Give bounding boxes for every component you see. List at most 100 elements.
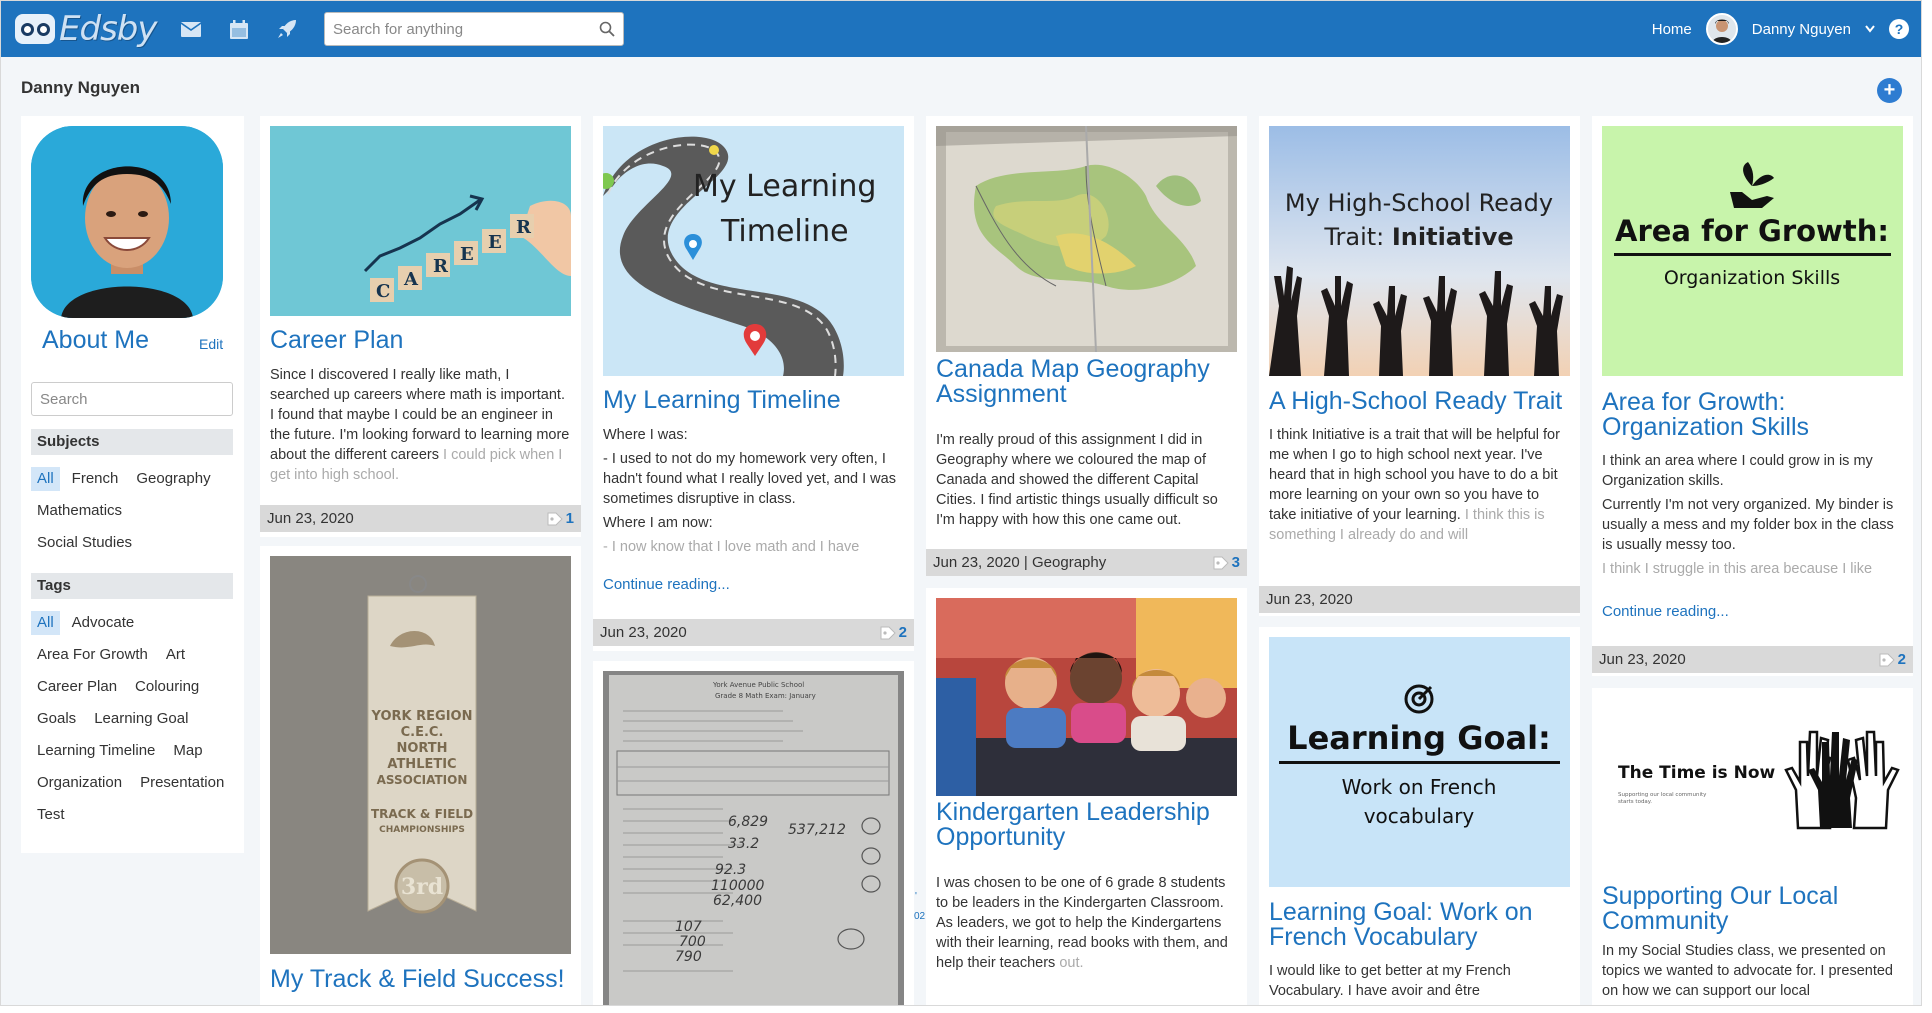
- post-paragraph: Where I was:: [603, 427, 688, 443]
- tag-filter-career-plan[interactable]: Career Plan: [31, 675, 123, 699]
- post-footer: Jun 23, 2020 2: [1592, 646, 1913, 673]
- svg-text:Area for Growth:: Area for Growth:: [1615, 214, 1889, 248]
- tag-count[interactable]: 1: [547, 510, 574, 527]
- post-excerpt: I would like to get better at my French …: [1269, 963, 1511, 999]
- subjects-heading: Subjects: [31, 429, 233, 455]
- post-card-track-field[interactable]: YORK REGION C.E.C. NORTH ATHLETIC ASSOCI…: [260, 546, 581, 1005]
- svg-text:Supporting our local community: Supporting our local community: [1618, 792, 1707, 798]
- tag-filter-area-for-growth[interactable]: Area For Growth: [31, 643, 154, 667]
- tag-filter-advocate[interactable]: Advocate: [66, 611, 141, 635]
- post-image: [936, 126, 1237, 352]
- post-date: Jun 23, 2020: [1599, 651, 1686, 668]
- svg-text:ASSOCIATION: ASSOCIATION: [377, 773, 468, 787]
- tag-icon: [1213, 556, 1229, 569]
- post-date: Jun 23, 2020: [267, 510, 354, 527]
- post-title[interactable]: A High-School Ready Trait: [1269, 389, 1569, 414]
- post-title[interactable]: Learning Goal: Work on French Vocabulary: [1269, 900, 1569, 950]
- sidebar-search[interactable]: [31, 382, 239, 416]
- post-title[interactable]: Supporting Our Local Community: [1602, 884, 1902, 934]
- post-title[interactable]: My Track & Field Success!: [270, 967, 570, 992]
- mail-icon[interactable]: [180, 18, 202, 40]
- post-paragraph: Where I am now:: [603, 515, 713, 531]
- tag-icon: [547, 512, 563, 525]
- svg-text:R: R: [516, 217, 532, 238]
- post-card-learning-timeline[interactable]: My Learning Timeline My Learning Timelin…: [593, 116, 914, 651]
- subject-filter-french[interactable]: French: [66, 467, 125, 491]
- post-footer: Jun 23, 2020: [1259, 586, 1580, 613]
- home-link[interactable]: Home: [1652, 21, 1692, 38]
- post-image: YORK REGION C.E.C. NORTH ATHLETIC ASSOCI…: [270, 556, 571, 954]
- post-title[interactable]: Area for Growth: Organization Skills: [1602, 390, 1902, 440]
- tag-filter-organization[interactable]: Organization: [31, 771, 128, 795]
- continue-reading-link[interactable]: Continue reading...: [603, 576, 730, 593]
- tag-filter-learning-timeline[interactable]: Learning Timeline: [31, 739, 161, 763]
- post-image: Area for Growth: Organization Skills: [1602, 126, 1903, 376]
- global-search-input[interactable]: [333, 20, 599, 38]
- post-title[interactable]: Canada Map Geography Assignment: [936, 357, 1236, 407]
- svg-text:The Time is Now: The Time is Now: [1618, 763, 1776, 783]
- svg-text:vocabulary: vocabulary: [1364, 804, 1475, 828]
- tag-count[interactable]: 3: [1213, 554, 1240, 571]
- post-date: Jun 23, 2020: [600, 624, 687, 641]
- post-subject[interactable]: Geography: [1032, 554, 1106, 571]
- edit-about-link[interactable]: Edit: [199, 336, 223, 352]
- post-title[interactable]: Kindergarten Leadership Opportunity: [936, 800, 1236, 850]
- subject-filter-all[interactable]: All: [31, 467, 60, 491]
- rocket-icon[interactable]: [276, 18, 298, 40]
- svg-text:CHAMPIONSHIPS: CHAMPIONSHIPS: [379, 825, 465, 835]
- post-card-local-community[interactable]: The Time is Now Supporting our local com…: [1592, 688, 1913, 1005]
- tag-filter-map[interactable]: Map: [167, 739, 208, 763]
- tag-filter-all[interactable]: All: [31, 611, 60, 635]
- continue-reading-link[interactable]: Continue reading...: [1602, 603, 1729, 620]
- edsby-logo[interactable]: Edsby: [15, 1, 157, 57]
- subject-filter-mathematics[interactable]: Mathematics: [31, 499, 128, 523]
- sidebar: About Me Edit Subjects All French Geogra…: [21, 116, 244, 853]
- svg-text:A: A: [403, 269, 419, 290]
- tag-filter-learning-goal[interactable]: Learning Goal: [88, 707, 194, 731]
- svg-text:starts today.: starts today.: [1618, 799, 1652, 805]
- svg-text:E: E: [460, 244, 474, 265]
- post-card-french-vocabulary[interactable]: Learning Goal: Work on French vocabulary…: [1259, 627, 1580, 1005]
- about-me-heading: About Me: [42, 326, 150, 354]
- tags-filter-list: All Advocate Area For Growth Art Career …: [31, 611, 233, 827]
- svg-text:700: 700: [679, 934, 706, 950]
- tag-count[interactable]: 2: [1879, 651, 1906, 668]
- user-avatar[interactable]: [1705, 13, 1738, 45]
- tag-filter-colouring[interactable]: Colouring: [129, 675, 205, 699]
- profile-photo: [31, 126, 223, 318]
- post-card-area-for-growth[interactable]: Area for Growth: Organization Skills Are…: [1592, 116, 1913, 676]
- tag-filter-presentation[interactable]: Presentation: [134, 771, 230, 795]
- tag-filter-goals[interactable]: Goals: [31, 707, 82, 731]
- top-nav-icons: [180, 18, 346, 40]
- post-excerpt: Where I was: - I used to not do my homew…: [603, 425, 903, 561]
- post-footer: Jun 23, 2020 2: [593, 619, 914, 646]
- svg-text:York Avenue Public School: York Avenue Public School: [712, 681, 804, 689]
- post-meta: Jun 23, 2020 | Geography: [933, 554, 1107, 571]
- post-card-kindergarten[interactable]: Kindergarten Leadership Opportunity I wa…: [926, 588, 1247, 1005]
- svg-text:33.2: 33.2: [728, 836, 759, 852]
- svg-text:Timeline: Timeline: [720, 214, 849, 249]
- tag-filter-test[interactable]: Test: [31, 803, 71, 827]
- search-icon[interactable]: [599, 21, 615, 37]
- subject-filter-geography[interactable]: Geography: [130, 467, 216, 491]
- calendar-icon[interactable]: [228, 18, 250, 40]
- add-post-button[interactable]: +: [1877, 78, 1902, 103]
- post-card-high-school-trait[interactable]: My High-School Ready Trait: Initiative A…: [1259, 116, 1580, 616]
- sidebar-search-input[interactable]: [40, 390, 239, 408]
- post-card-math-test[interactable]: York Avenue Public School Grade 8 Math E…: [593, 661, 914, 1005]
- post-card-career-plan[interactable]: C A R E E R Career Plan Since I discover…: [260, 116, 581, 537]
- global-search[interactable]: [324, 12, 624, 46]
- tag-count[interactable]: 2: [880, 624, 907, 641]
- post-date: Jun 23, 2020: [933, 554, 1020, 571]
- post-title[interactable]: Career Plan: [270, 328, 570, 353]
- logo-text: Edsby: [59, 9, 157, 49]
- help-icon[interactable]: ?: [1889, 19, 1909, 39]
- chevron-down-icon[interactable]: [1865, 25, 1875, 33]
- tag-filter-art[interactable]: Art: [160, 643, 191, 667]
- svg-text:62,400: 62,400: [713, 893, 762, 909]
- post-card-canada-map[interactable]: Canada Map Geography Assignment I'm real…: [926, 116, 1247, 576]
- subject-filter-social-studies[interactable]: Social Studies: [31, 531, 138, 555]
- post-title[interactable]: My Learning Timeline: [603, 388, 903, 413]
- user-name[interactable]: Danny Nguyen: [1752, 21, 1851, 38]
- logo-eyes-icon: [15, 14, 55, 44]
